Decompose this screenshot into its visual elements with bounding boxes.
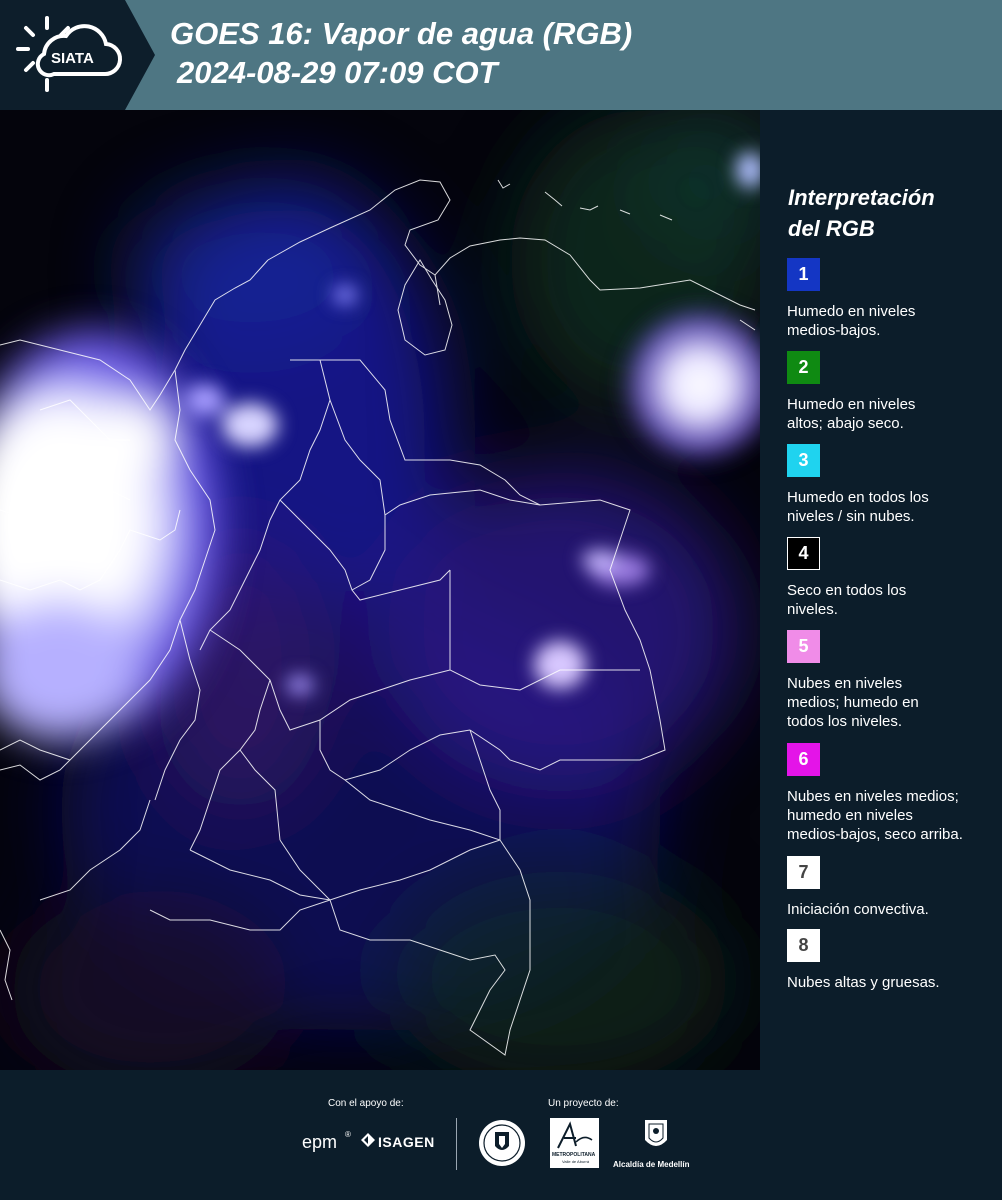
siata-logo-text: SIATA bbox=[51, 50, 94, 67]
legend-swatch-6: 6 bbox=[787, 743, 820, 776]
gobernacion-seal-icon bbox=[477, 1118, 527, 1168]
legend-number-6: 6 bbox=[798, 749, 809, 769]
legend-swatch-3: 3 bbox=[787, 444, 820, 477]
legend-desc-4: Seco en todos los niveles. bbox=[787, 581, 1002, 619]
legend-number-4: 4 bbox=[798, 543, 809, 563]
legend-swatch-1: 1 bbox=[787, 258, 820, 291]
legend-desc-3-line2: niveles / sin nubes. bbox=[787, 508, 915, 525]
legend-number-8: 8 bbox=[798, 935, 809, 955]
legend-item-2: 2 Humedo en niveles altos; abajo seco. bbox=[787, 351, 997, 433]
legend-swatch-8: 8 bbox=[787, 929, 820, 962]
legend-item-4: 4 Seco en todos los niveles. bbox=[787, 537, 997, 619]
footer: Con el apoyo de: Un proyecto de: epm ® I… bbox=[0, 1070, 1002, 1200]
legend-desc-8-line1: Nubes altas y gruesas. bbox=[787, 974, 940, 991]
legend-desc-3-line1: Humedo en todos los bbox=[787, 489, 929, 506]
legend-desc-6: Nubes en niveles medios; humedo en nivel… bbox=[787, 787, 1002, 844]
legend-swatch-4: 4 bbox=[787, 537, 820, 570]
legend-desc-5-line1: Nubes en niveles bbox=[787, 675, 903, 692]
area-metropolitana-logo: METROPOLITANA Valle de Aburrá bbox=[550, 1118, 599, 1168]
legend-desc-7: Iniciación convectiva. bbox=[787, 900, 1002, 919]
legend-desc-2-line2: altos; abajo seco. bbox=[787, 415, 904, 432]
epm-logo: epm bbox=[302, 1132, 338, 1152]
footer-divider bbox=[456, 1118, 457, 1170]
legend-item-8: 8 Nubes altas y gruesas. bbox=[787, 929, 997, 992]
legend-desc-4-line1: Seco en todos los bbox=[787, 582, 907, 599]
legend-desc-5: Nubes en niveles medios; humedo en todos… bbox=[787, 674, 1002, 731]
legend-desc-3: Humedo en todos los niveles / sin nubes. bbox=[787, 488, 1002, 526]
legend-desc-2-line1: Humedo en niveles bbox=[787, 396, 916, 413]
legend-item-6: 6 Nubes en niveles medios; humedo en niv… bbox=[787, 743, 997, 844]
legend-item-3: 3 Humedo en todos los niveles / sin nube… bbox=[787, 444, 997, 526]
satellite-image bbox=[0, 110, 760, 1070]
legend-desc-5-line3: todos los niveles. bbox=[787, 713, 903, 730]
legend-swatch-2: 2 bbox=[787, 351, 820, 384]
area-sub-caption: Valle de Aburrá bbox=[562, 1159, 590, 1164]
legend-item-7: 7 Iniciación convectiva. bbox=[787, 856, 997, 919]
registered-icon: ® bbox=[345, 1130, 351, 1139]
legend-desc-6-line2: humedo en niveles bbox=[787, 807, 913, 824]
page-timestamp: 2024-08-29 07:09 COT bbox=[177, 55, 498, 90]
satellite-map[interactable] bbox=[0, 110, 760, 1070]
legend-desc-6-line1: Nubes en niveles medios; bbox=[787, 788, 959, 805]
legend-number-1: 1 bbox=[798, 264, 809, 284]
legend-desc-4-line2: niveles. bbox=[787, 601, 838, 618]
legend-swatch-7: 7 bbox=[787, 856, 820, 889]
legend-desc-1-line2: medios-bajos. bbox=[787, 322, 881, 339]
area-metropolitana-caption: METROPOLITANA bbox=[552, 1152, 596, 1158]
legend-desc-1-line1: Humedo en niveles bbox=[787, 303, 916, 320]
legend-desc-2: Humedo en niveles altos; abajo seco. bbox=[787, 395, 1002, 433]
legend-number-2: 2 bbox=[798, 357, 809, 377]
legend-swatch-5: 5 bbox=[787, 630, 820, 663]
legend-desc-8: Nubes altas y gruesas. bbox=[787, 973, 1002, 992]
legend-number-3: 3 bbox=[798, 450, 809, 470]
legend-number-7: 7 bbox=[798, 862, 809, 882]
page-title: GOES 16: Vapor de agua (RGB) bbox=[170, 16, 633, 51]
siata-logo: SIATA bbox=[14, 14, 126, 96]
isagen-logo: ISAGEN bbox=[378, 1134, 435, 1150]
legend-desc-5-line2: medios; humedo en bbox=[787, 694, 919, 711]
legend-panel: Interpretación del RGB 1 Humedo en nivel… bbox=[760, 110, 1002, 1070]
support-label: Con el apoyo de: bbox=[328, 1098, 404, 1109]
alcaldia-caption: Alcaldía de Medellín bbox=[613, 1160, 690, 1169]
isagen-icon bbox=[360, 1132, 376, 1148]
legend-title-line2: del RGB bbox=[788, 216, 875, 241]
legend-item-1: 1 Humedo en niveles medios-bajos. bbox=[787, 258, 997, 340]
alcaldia-shield-icon bbox=[643, 1118, 669, 1154]
legend-title: Interpretación del RGB bbox=[788, 182, 988, 244]
legend-item-5: 5 Nubes en niveles medios; humedo en tod… bbox=[787, 630, 997, 731]
project-label: Un proyecto de: bbox=[548, 1098, 619, 1109]
legend-desc-6-line3: medios-bajos, seco arriba. bbox=[787, 826, 963, 843]
legend-desc-7-line1: Iniciación convectiva. bbox=[787, 901, 929, 918]
legend-number-5: 5 bbox=[798, 636, 809, 656]
legend-title-line1: Interpretación bbox=[788, 185, 935, 210]
legend-desc-1: Humedo en niveles medios-bajos. bbox=[787, 302, 1002, 340]
